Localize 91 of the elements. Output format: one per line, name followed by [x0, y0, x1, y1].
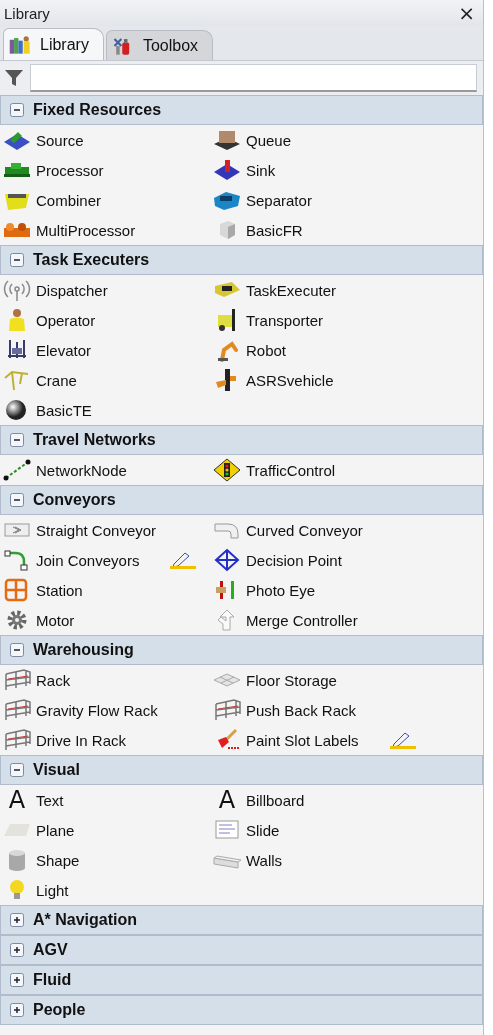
- category-title: People: [33, 1001, 86, 1019]
- library-item[interactable]: Slide: [246, 821, 280, 839]
- library-item[interactable]: Paint Slot Labels: [246, 731, 359, 749]
- library-item[interactable]: Dispatcher: [36, 281, 108, 299]
- library-item[interactable]: Drive In Rack: [36, 731, 127, 749]
- library-item[interactable]: Gravity Flow Rack: [36, 701, 158, 719]
- category-header[interactable]: People: [0, 995, 483, 1025]
- collapse-icon[interactable]: [10, 103, 24, 117]
- library-item[interactable]: NetworkNode: [36, 461, 127, 479]
- category-header[interactable]: AGV: [0, 935, 483, 965]
- library-item[interactable]: Walls: [246, 851, 283, 869]
- collapse-icon[interactable]: [10, 643, 24, 657]
- category-title: Warehousing: [33, 641, 134, 659]
- library-item[interactable]: Sink: [246, 161, 276, 179]
- collapse-icon[interactable]: [10, 433, 24, 447]
- library-item[interactable]: Join Conveyors: [36, 551, 140, 569]
- expand-icon[interactable]: [10, 913, 24, 927]
- library-item[interactable]: Floor Storage: [246, 671, 337, 689]
- category-title: A* Navigation: [33, 911, 137, 929]
- filter-icon: [4, 68, 24, 88]
- library-item[interactable]: TrafficControl: [246, 461, 336, 479]
- library-item[interactable]: Billboard: [246, 791, 305, 809]
- diamond-icon: [212, 548, 242, 572]
- library-item[interactable]: Plane: [36, 821, 75, 839]
- window-title: Library: [4, 4, 50, 22]
- block-icon: [212, 158, 242, 182]
- rack-icon: [212, 698, 242, 722]
- library-item[interactable]: Curved Conveyor: [246, 521, 363, 539]
- tab[interactable]: Toolbox: [105, 30, 214, 60]
- library-item[interactable]: Shape: [36, 851, 80, 869]
- close-button[interactable]: ×: [456, 3, 477, 23]
- library-item[interactable]: ASRSvehicle: [246, 371, 334, 389]
- category-header[interactable]: Travel Networks: [0, 425, 483, 455]
- category-header[interactable]: Fluid: [0, 965, 483, 995]
- library-item[interactable]: Combiner: [36, 191, 102, 209]
- category-title: Visual: [33, 761, 80, 779]
- box-icon: [212, 128, 242, 152]
- network-line-icon: [2, 458, 32, 482]
- library-item[interactable]: BasicFR: [246, 221, 303, 239]
- tab[interactable]: Library: [3, 28, 104, 60]
- rack-icon: [2, 698, 32, 722]
- collapse-icon[interactable]: [10, 763, 24, 777]
- library-item[interactable]: Separator: [246, 191, 312, 209]
- collapse-icon[interactable]: [10, 253, 24, 267]
- category-title: AGV: [33, 941, 68, 959]
- traffic-light-icon: [212, 458, 242, 482]
- category-header[interactable]: Fixed Resources: [0, 95, 483, 125]
- library-item[interactable]: MultiProcessor: [36, 221, 136, 239]
- library-item[interactable]: BasicTE: [36, 401, 92, 419]
- category-title: Fluid: [33, 971, 72, 989]
- library-item[interactable]: Motor: [36, 611, 75, 629]
- library-item[interactable]: Push Back Rack: [246, 701, 357, 719]
- library-item[interactable]: TaskExecuter: [246, 281, 337, 299]
- category-header[interactable]: Conveyors: [0, 485, 483, 515]
- library-item[interactable]: Source: [36, 131, 84, 149]
- library-item[interactable]: Transporter: [246, 311, 323, 329]
- slide-icon: [212, 818, 242, 842]
- letter-icon: A: [212, 788, 242, 812]
- library-item[interactable]: Photo Eye: [246, 581, 316, 599]
- category-title: Conveyors: [33, 491, 116, 509]
- library-item[interactable]: Merge Controller: [246, 611, 358, 629]
- filter-field[interactable]: [30, 64, 477, 92]
- library-item[interactable]: Operator: [36, 311, 96, 329]
- category-title: Fixed Resources: [33, 101, 162, 119]
- expand-icon[interactable]: [10, 943, 24, 957]
- library-item[interactable]: Text: [36, 791, 64, 809]
- library-item[interactable]: Rack: [36, 671, 71, 689]
- category-header[interactable]: A* Navigation: [0, 905, 483, 935]
- library-item[interactable]: Processor: [36, 161, 104, 179]
- rack-icon: [2, 728, 32, 752]
- rack-icon: [2, 668, 32, 692]
- library-item[interactable]: Straight Conveyor: [36, 521, 157, 539]
- signal-icon: [2, 278, 32, 302]
- pencil-icon[interactable]: [388, 730, 417, 750]
- category-header[interactable]: Task Executers: [0, 245, 483, 275]
- library-item[interactable]: Station: [36, 581, 83, 599]
- letter-icon: A: [2, 788, 32, 812]
- library-item[interactable]: Elevator: [36, 341, 92, 359]
- library-item[interactable]: Queue: [246, 131, 292, 149]
- library-item[interactable]: Crane: [36, 371, 77, 389]
- category-title: Travel Networks: [33, 431, 156, 449]
- library-item[interactable]: Decision Point: [246, 551, 342, 569]
- category-header[interactable]: Visual: [0, 755, 483, 785]
- library-item[interactable]: Robot: [246, 341, 287, 359]
- library-item[interactable]: Light: [36, 881, 69, 899]
- pencil-icon[interactable]: [169, 550, 198, 570]
- expand-icon[interactable]: [10, 973, 24, 987]
- category-header[interactable]: Warehousing: [0, 635, 483, 665]
- category-title: Task Executers: [33, 251, 150, 269]
- collapse-icon[interactable]: [10, 493, 24, 507]
- expand-icon[interactable]: [10, 1003, 24, 1017]
